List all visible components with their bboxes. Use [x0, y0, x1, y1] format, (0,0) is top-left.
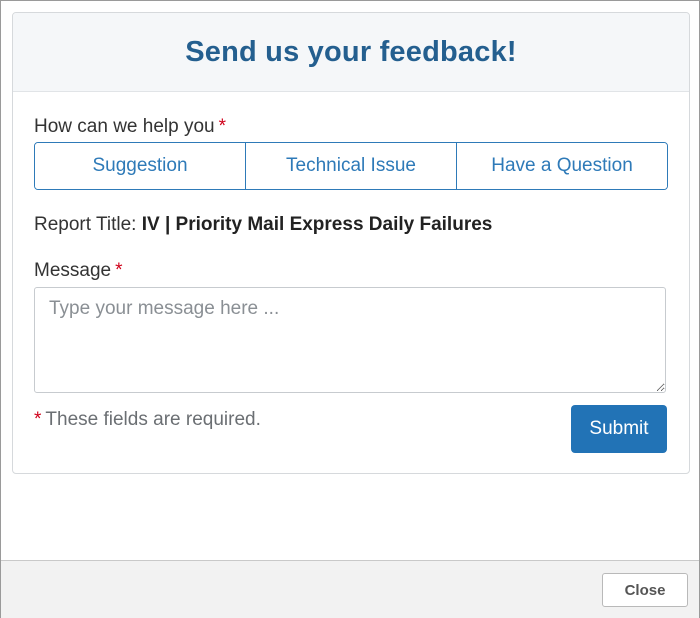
have-a-question-button[interactable]: Have a Question: [456, 143, 667, 189]
message-label: Message: [34, 260, 112, 281]
required-asterisk: *: [218, 116, 227, 137]
required-note: * These fields are required.: [34, 409, 261, 431]
feedback-type-group: Suggestion Technical Issue Have a Questi…: [34, 142, 668, 190]
required-note-text: These fields are required.: [45, 409, 261, 430]
required-asterisk: *: [34, 409, 42, 430]
technical-issue-button[interactable]: Technical Issue: [245, 143, 456, 189]
message-textarea[interactable]: [34, 287, 666, 393]
help-label-row: How can we help you *: [34, 116, 226, 138]
report-title-value: IV | Priority Mail Express Daily Failure…: [141, 214, 493, 235]
close-button[interactable]: Close: [602, 573, 688, 607]
help-label: How can we help you: [34, 116, 215, 137]
feedback-panel: Send us your feedback! How can we help y…: [12, 12, 690, 474]
message-label-row: Message *: [34, 260, 123, 282]
modal-footer: Close: [1, 560, 699, 618]
required-asterisk: *: [115, 260, 123, 281]
panel-title: Send us your feedback!: [185, 35, 517, 68]
panel-header: Send us your feedback!: [13, 13, 689, 92]
suggestion-button[interactable]: Suggestion: [35, 143, 245, 189]
submit-button[interactable]: Submit: [571, 405, 667, 453]
report-title-label: Report Title:: [34, 214, 137, 235]
feedback-modal: Send us your feedback! How can we help y…: [0, 0, 700, 618]
report-title-row: Report Title: IV | Priority Mail Express…: [34, 214, 492, 236]
